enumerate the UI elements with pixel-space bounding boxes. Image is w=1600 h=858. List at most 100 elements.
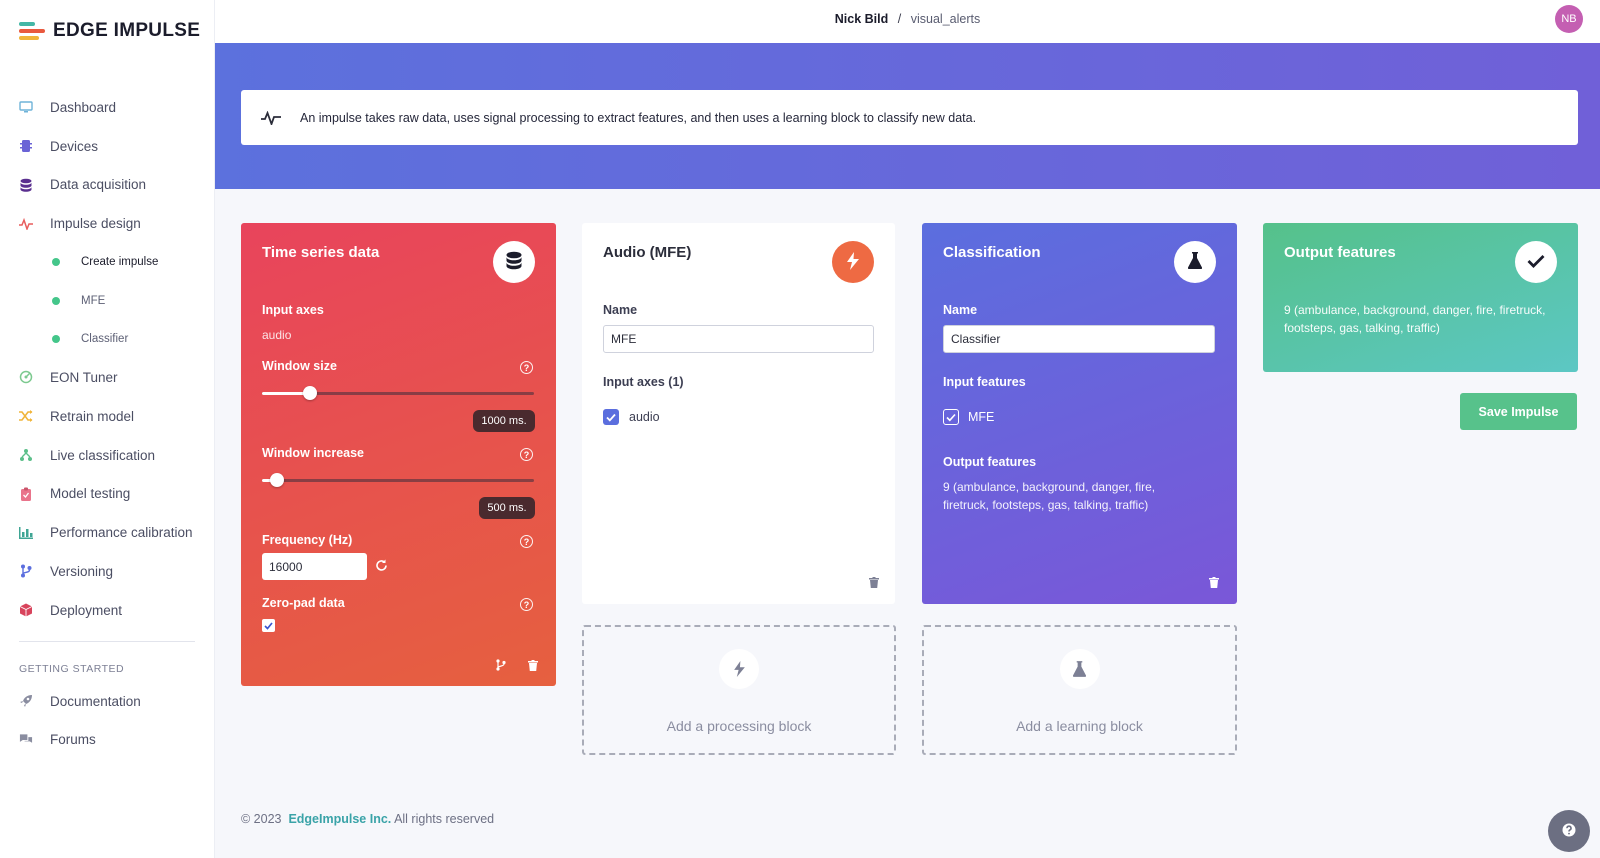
status-dot [52,258,60,267]
window-increase-value: 500 ms. [479,497,535,519]
monitor-icon [19,100,33,114]
add-learning-block-button[interactable]: Add a learning block [922,625,1237,755]
sidebar-subitem-create-impulse[interactable]: Create impulse [0,243,215,281]
lightning-icon [719,649,759,689]
chart-icon [19,526,33,540]
flask-badge [1174,241,1216,283]
help-icon[interactable]: ? [520,361,533,374]
sidebar-item-model-testing[interactable]: Model testing [0,474,215,513]
sidebar-item-label: Retrain model [50,408,135,424]
save-impulse-button[interactable]: Save Impulse [1460,393,1577,430]
database-badge [493,241,535,283]
output-features-label: Output features [943,455,1037,469]
branch-icon[interactable] [496,659,506,674]
breadcrumb-separator: / [897,12,902,26]
check-badge [1515,241,1557,283]
footer-copyright: © 2023 [241,812,282,826]
nav-section-heading: GETTING STARTED [19,662,125,675]
name-label: Name [943,303,978,317]
add-processing-block-label: Add a processing block [666,718,812,734]
sidebar-item-label: EON Tuner [50,369,118,385]
info-banner-text: An impulse takes raw data, uses signal p… [300,110,977,125]
trash-icon[interactable] [869,576,879,588]
sidebar-item-impulse-design[interactable]: Impulse design [0,204,215,243]
card-title: Classification [943,244,1041,261]
sidebar-item-forums[interactable]: Forums [0,720,215,759]
flask-icon [1059,649,1100,689]
sidebar-item-label: Performance calibration [50,525,193,541]
output-features-card: Output features 9 (ambulance, background… [1263,223,1578,372]
logo-text: EDGE IMPULSE [53,20,201,41]
zero-pad-label: Zero-pad data [262,596,345,610]
sidebar-item-data-acquisition[interactable]: Data acquisition [0,166,215,205]
logo-icon [19,20,47,42]
sidebar-item-label: Data acquisition [50,177,147,193]
edge-impulse-logo[interactable]: EDGE IMPULSE [19,20,200,42]
input-features-label: Input features [943,375,1026,389]
sidebar-item-deployment[interactable]: Deployment [0,591,215,630]
rocket-icon [19,694,33,708]
footer-rights: All rights reserved [394,812,495,826]
window-increase-slider-handle[interactable] [270,473,284,487]
sidebar-item-versioning[interactable]: Versioning [0,552,215,591]
sidebar-subitem-mfe[interactable]: MFE [0,281,215,319]
input-axes-label: Input axes (1) [603,375,684,389]
mfe-feature-label: MFE [968,410,995,424]
sidebar-item-label: Documentation [50,693,141,709]
git-icon [19,564,33,578]
zero-pad-checkbox[interactable] [262,619,275,632]
sidebar-subitem-classifier[interactable]: Classifier [0,320,215,358]
breadcrumb-user[interactable]: Nick Bild [835,12,889,26]
flask-icon [1187,252,1203,272]
footer-company-link[interactable]: EdgeImpulse Inc. [288,812,391,826]
help-button[interactable] [1548,810,1590,852]
database-icon [19,178,33,192]
clipboard-icon [19,487,33,501]
sidebar-item-retrain-model[interactable]: Retrain model [0,397,215,436]
sidebar-item-dashboard[interactable]: Dashboard [0,88,215,127]
add-processing-block-button[interactable]: Add a processing block [582,625,896,755]
trash-icon[interactable] [528,659,538,671]
window-increase-label: Window increase [262,446,364,460]
sidebar-item-documentation[interactable]: Documentation [0,682,215,721]
card-title: Time series data [262,244,380,261]
frequency-input[interactable]: 16000 [262,553,367,580]
footer: © 2023 EdgeImpulse Inc. All rights reser… [241,812,494,826]
sidebar-item-label: Dashboard [50,99,117,115]
breadcrumb-project[interactable]: visual_alerts [911,12,980,26]
sidebar-item-eon-tuner[interactable]: EON Tuner [0,358,215,397]
box-icon [19,603,33,617]
output-features-text: 9 (ambulance, background, danger, fire, … [943,480,1156,512]
lightning-badge [832,241,874,283]
sidebar-item-label: Forums [50,732,96,748]
sidebar-item-performance-calibration[interactable]: Performance calibration [0,513,215,552]
help-icon[interactable]: ? [520,535,533,548]
learning-name-input[interactable]: Classifier [943,325,1215,353]
avatar[interactable]: NB [1555,5,1583,33]
window-size-slider-handle[interactable] [303,386,317,400]
sidebar-item-devices[interactable]: Devices [0,127,215,166]
sidebar-item-label: Impulse design [50,216,141,232]
input-axes-value: audio [262,328,292,342]
sidebar-item-label: Versioning [50,563,114,579]
shuffle-icon [19,409,33,423]
help-icon[interactable]: ? [520,598,533,611]
trash-icon[interactable] [1209,576,1219,588]
sidebar-item-label: Devices [50,138,99,154]
processing-name-input[interactable]: MFE [603,325,874,353]
mfe-feature-checkbox[interactable] [943,409,959,425]
audio-axis-checkbox[interactable] [603,409,619,425]
question-icon [1562,823,1576,840]
target-icon [19,370,33,384]
help-icon[interactable]: ? [520,448,533,461]
sidebar-item-live-classification[interactable]: Live classification [0,436,215,475]
topbar: Nick Bild / visual_alerts NB [215,0,1600,43]
sidebar-item-label: Model testing [50,486,131,502]
sidebar: EDGE IMPULSE Dashboard Devices Data acqu… [0,0,215,858]
window-size-label: Window size [262,359,337,373]
window-increase-slider-track[interactable] [262,479,534,482]
sidebar-subitem-label: Classifier [81,332,129,345]
sidebar-nav: Dashboard Devices Data acquisition Impul… [0,88,215,759]
refresh-icon[interactable] [375,559,388,575]
chat-icon [19,733,33,747]
